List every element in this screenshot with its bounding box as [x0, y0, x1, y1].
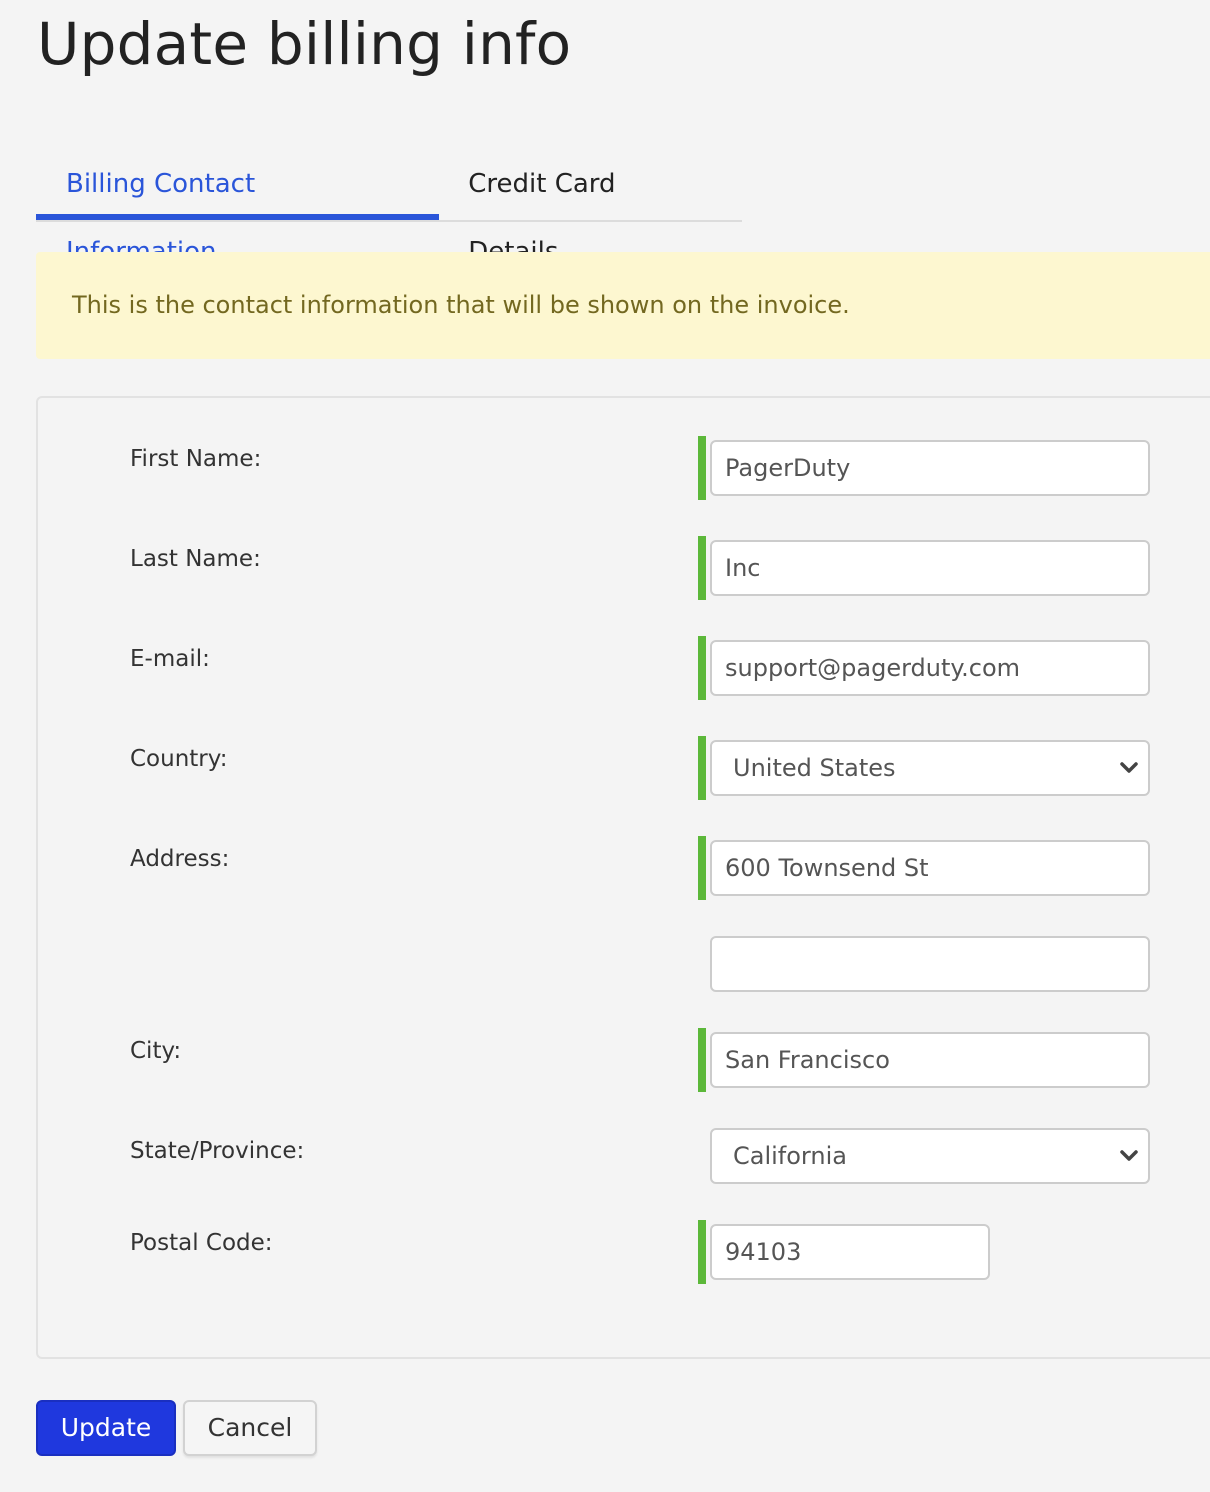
state-label: State/Province: [130, 1138, 305, 1164]
cancel-button[interactable]: Cancel [183, 1400, 317, 1456]
address-label: Address: [130, 846, 230, 872]
tab-credit-card-details[interactable]: Credit Card Details [439, 150, 742, 267]
required-indicator [698, 836, 706, 900]
first-name-input[interactable]: PagerDuty [710, 440, 1150, 496]
notice-text: This is the contact information that wil… [72, 291, 850, 319]
state-select[interactable]: California [710, 1128, 1150, 1184]
email-label: E-mail: [130, 646, 210, 672]
info-notice: This is the contact information that wil… [36, 252, 1210, 359]
update-button[interactable]: Update [36, 1400, 176, 1456]
first-name-label: First Name: [130, 446, 262, 472]
required-indicator [698, 436, 706, 500]
chevron-down-icon [1120, 1150, 1138, 1161]
city-label: City: [130, 1038, 182, 1064]
postal-code-input[interactable]: 94103 [710, 1224, 990, 1280]
last-name-input[interactable]: Inc [710, 540, 1150, 596]
state-selected-value: California [733, 1142, 847, 1170]
address-line1-input[interactable]: 600 Townsend St [710, 840, 1150, 896]
country-select[interactable]: United States [710, 740, 1150, 796]
page-title: Update billing info [37, 10, 572, 78]
tab-billing-contact-information[interactable]: Billing Contact Information [36, 150, 440, 267]
required-indicator [698, 1220, 706, 1284]
city-input[interactable]: San Francisco [710, 1032, 1150, 1088]
country-selected-value: United States [733, 754, 896, 782]
postal-code-label: Postal Code: [130, 1230, 273, 1256]
address-line2-input[interactable] [710, 936, 1150, 992]
email-input[interactable]: support@pagerduty.com [710, 640, 1150, 696]
tab-bar: Billing Contact Information Credit Card … [36, 150, 742, 267]
required-indicator [698, 536, 706, 600]
required-indicator [698, 636, 706, 700]
required-indicator [698, 1028, 706, 1092]
required-indicator [698, 736, 706, 800]
country-label: Country: [130, 746, 228, 772]
last-name-label: Last Name: [130, 546, 261, 572]
chevron-down-icon [1120, 762, 1138, 773]
